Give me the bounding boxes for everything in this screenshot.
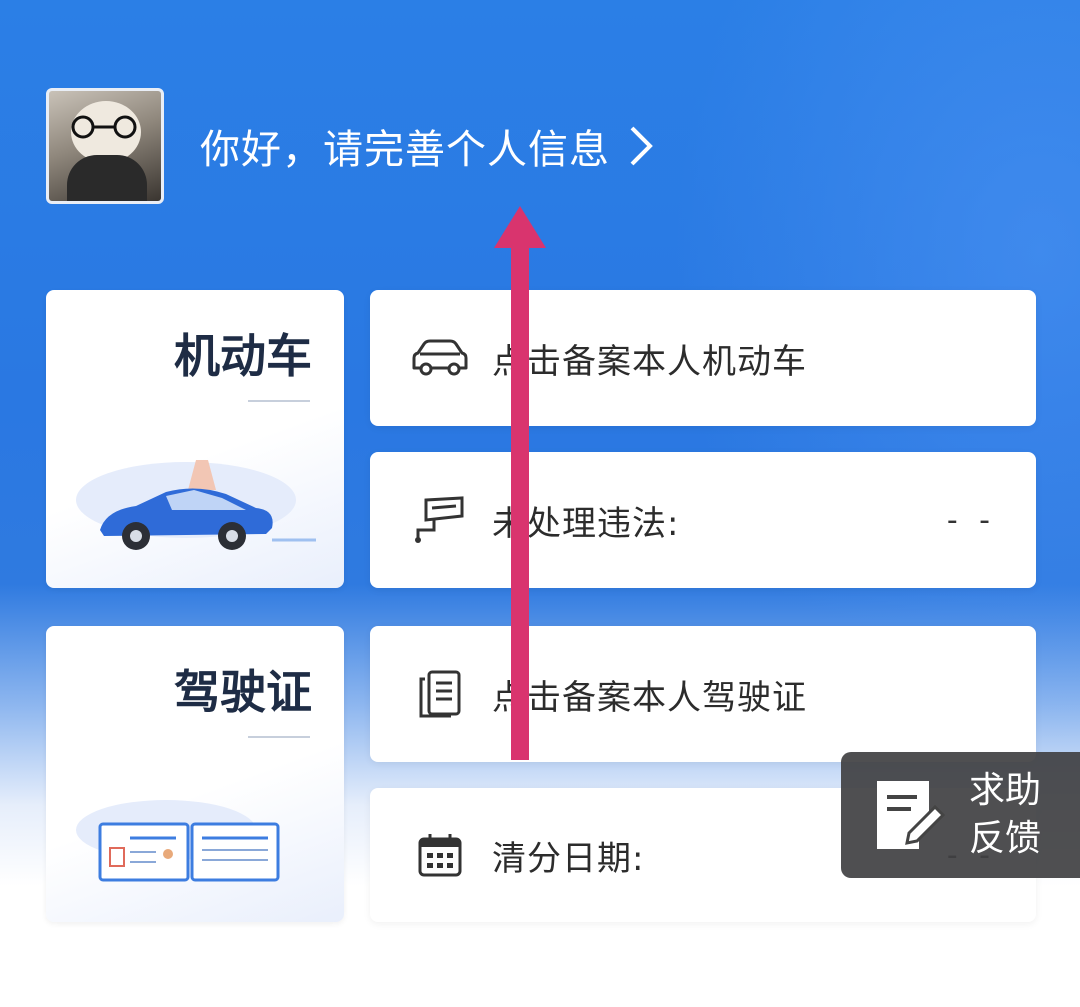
row-label: 点击备案本人机动车 bbox=[492, 341, 807, 382]
license-illustration-icon bbox=[76, 800, 280, 882]
license-doc-icon bbox=[419, 670, 461, 718]
swipe-up-arrow-icon bbox=[494, 206, 546, 760]
profile-header[interactable]: 你好，请完善个人信息 bbox=[46, 88, 654, 204]
row-label: 点击备案本人驾驶证 bbox=[492, 677, 807, 718]
profile-greeting[interactable]: 你好，请完善个人信息 bbox=[200, 117, 654, 175]
traffic-camera-icon bbox=[415, 496, 464, 543]
license-card[interactable]: 驾驶证 bbox=[46, 626, 344, 922]
license-card-title: 驾驶证 bbox=[174, 665, 312, 719]
calendar-icon bbox=[418, 834, 462, 877]
car-illustration-icon bbox=[76, 460, 316, 550]
violations-count: - - bbox=[946, 502, 996, 538]
title-divider bbox=[248, 736, 310, 738]
greeting-text: 你好，请完善个人信息 bbox=[200, 127, 610, 173]
help-label-line1: 求助 bbox=[969, 770, 1042, 811]
car-icon bbox=[412, 339, 468, 376]
avatar[interactable] bbox=[46, 88, 164, 204]
edit-note-icon bbox=[877, 781, 946, 849]
vehicle-card[interactable]: 机动车 bbox=[46, 290, 344, 588]
title-divider bbox=[248, 400, 310, 402]
row-label: 未处理违法: bbox=[492, 503, 680, 544]
chevron-right-icon bbox=[630, 126, 653, 166]
help-label-line2: 反馈 bbox=[969, 818, 1042, 859]
violations-row[interactable]: 未处理违法: - - bbox=[370, 452, 1036, 588]
vehicle-card-title: 机动车 bbox=[174, 329, 312, 383]
help-feedback-label: 求助 反馈 bbox=[969, 767, 1041, 863]
help-feedback-button[interactable]: 求助 反馈 bbox=[841, 752, 1080, 878]
register-license-row[interactable]: 点击备案本人驾驶证 bbox=[370, 626, 1036, 762]
register-vehicle-row[interactable]: 点击备案本人机动车 bbox=[370, 290, 1036, 426]
